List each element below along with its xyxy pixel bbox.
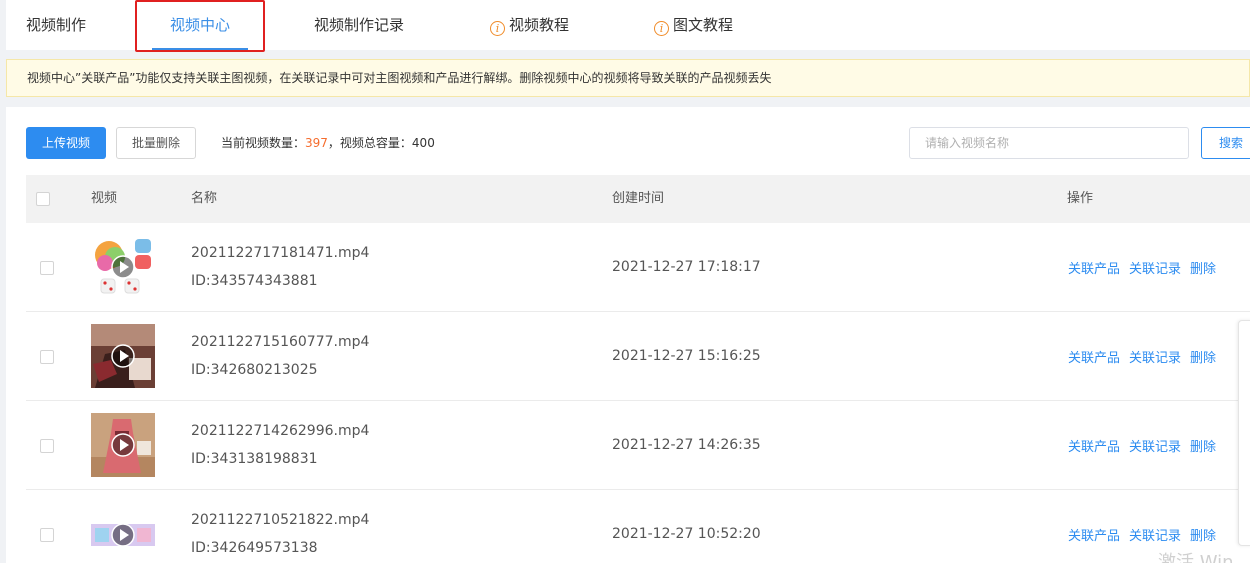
header-created: 创建时间 [612, 191, 665, 206]
video-thumbnail[interactable] [91, 413, 155, 477]
link-product-link[interactable]: 关联产品 [1068, 440, 1120, 455]
row-actions: 关联产品 关联记录 删除 [1068, 347, 1225, 366]
table-header: 视频 名称 创建时间 操作 [26, 175, 1250, 223]
tab-label: 视频制作记录 [314, 16, 405, 34]
delete-link[interactable]: 删除 [1190, 351, 1216, 366]
table-row: 2021122717181471.mp4 ID:343574343881 202… [26, 223, 1250, 312]
count-label: 当前视频数量： [221, 136, 306, 150]
tab-label: 视频制作 [26, 16, 87, 34]
video-count: 397 [305, 136, 328, 150]
video-id: ID:342680213025 [191, 362, 318, 378]
header-operations: 操作 [1067, 191, 1094, 206]
side-panel-handle[interactable] [1238, 320, 1250, 546]
row-actions: 关联产品 关联记录 删除 [1068, 258, 1225, 277]
notice-banner: 视频中心”关联产品”功能仅支持关联主图视频，在关联记录中可对主图视频和产品进行解… [6, 59, 1250, 97]
video-stats: 当前视频数量：397，视频总容量：400 [221, 127, 435, 159]
link-record-link[interactable]: 关联记录 [1129, 262, 1181, 277]
video-thumbnail[interactable] [91, 324, 155, 388]
link-record-link[interactable]: 关联记录 [1129, 529, 1181, 544]
tab-label: 视频教程 [509, 16, 570, 34]
search-input[interactable] [909, 127, 1189, 159]
link-product-link[interactable]: 关联产品 [1068, 262, 1120, 277]
tab-production-records[interactable]: 视频制作记录 [314, 0, 404, 50]
link-record-link[interactable]: 关联记录 [1129, 351, 1181, 366]
video-filename: 2021122715160777.mp4 [191, 334, 370, 350]
header-name: 名称 [191, 191, 218, 206]
delete-link[interactable]: 删除 [1190, 529, 1216, 544]
created-time: 2021-12-27 17:18:17 [612, 259, 761, 275]
info-icon: i [654, 21, 669, 36]
video-filename: 2021122710521822.mp4 [191, 512, 370, 528]
created-time: 2021-12-27 14:26:35 [612, 437, 761, 453]
highlight-annotation-box [135, 0, 265, 52]
video-id: ID:343138198831 [191, 451, 318, 467]
video-id: ID:343574343881 [191, 273, 318, 289]
capacity-text: ，视频总容量：400 [327, 136, 435, 150]
row-checkbox[interactable] [40, 439, 54, 453]
video-thumbnail[interactable] [91, 235, 155, 299]
row-actions: 关联产品 关联记录 删除 [1068, 436, 1225, 455]
delete-link[interactable]: 删除 [1190, 262, 1216, 277]
batch-delete-button[interactable]: 批量删除 [116, 127, 196, 159]
video-thumbnail[interactable] [91, 502, 155, 563]
header-video: 视频 [91, 191, 118, 206]
tab-graphic-tutorial[interactable]: i 图文教程 [654, 0, 733, 50]
video-id: ID:342649573138 [191, 540, 318, 556]
row-checkbox[interactable] [40, 261, 54, 275]
delete-link[interactable]: 删除 [1190, 440, 1216, 455]
link-record-link[interactable]: 关联记录 [1129, 440, 1181, 455]
activation-watermark: 激活 Win [1158, 552, 1234, 563]
link-product-link[interactable]: 关联产品 [1068, 529, 1120, 544]
table-row: 2021122710521822.mp4 ID:342649573138 202… [26, 490, 1250, 563]
video-filename: 2021122717181471.mp4 [191, 245, 370, 261]
select-all-checkbox[interactable] [36, 192, 50, 206]
upload-video-button[interactable]: 上传视频 [26, 127, 106, 159]
table-row: 2021122715160777.mp4 ID:342680213025 202… [26, 312, 1250, 401]
row-checkbox[interactable] [40, 528, 54, 542]
video-list-panel: 上传视频 批量删除 当前视频数量：397，视频总容量：400 搜索 视频 名称 … [6, 107, 1250, 563]
search-button[interactable]: 搜索 [1201, 127, 1250, 159]
created-time: 2021-12-27 10:52:20 [612, 526, 761, 542]
row-checkbox[interactable] [40, 350, 54, 364]
link-product-link[interactable]: 关联产品 [1068, 351, 1120, 366]
table-row: 2021122714262996.mp4 ID:343138198831 202… [26, 401, 1250, 490]
tab-label: 图文教程 [673, 16, 734, 34]
video-filename: 2021122714262996.mp4 [191, 423, 370, 439]
tab-video-tutorial[interactable]: i 视频教程 [490, 0, 569, 50]
info-icon: i [490, 21, 505, 36]
tab-video-production[interactable]: 视频制作 [26, 0, 86, 50]
created-time: 2021-12-27 15:16:25 [612, 348, 761, 364]
row-actions: 关联产品 关联记录 删除 [1068, 525, 1225, 544]
